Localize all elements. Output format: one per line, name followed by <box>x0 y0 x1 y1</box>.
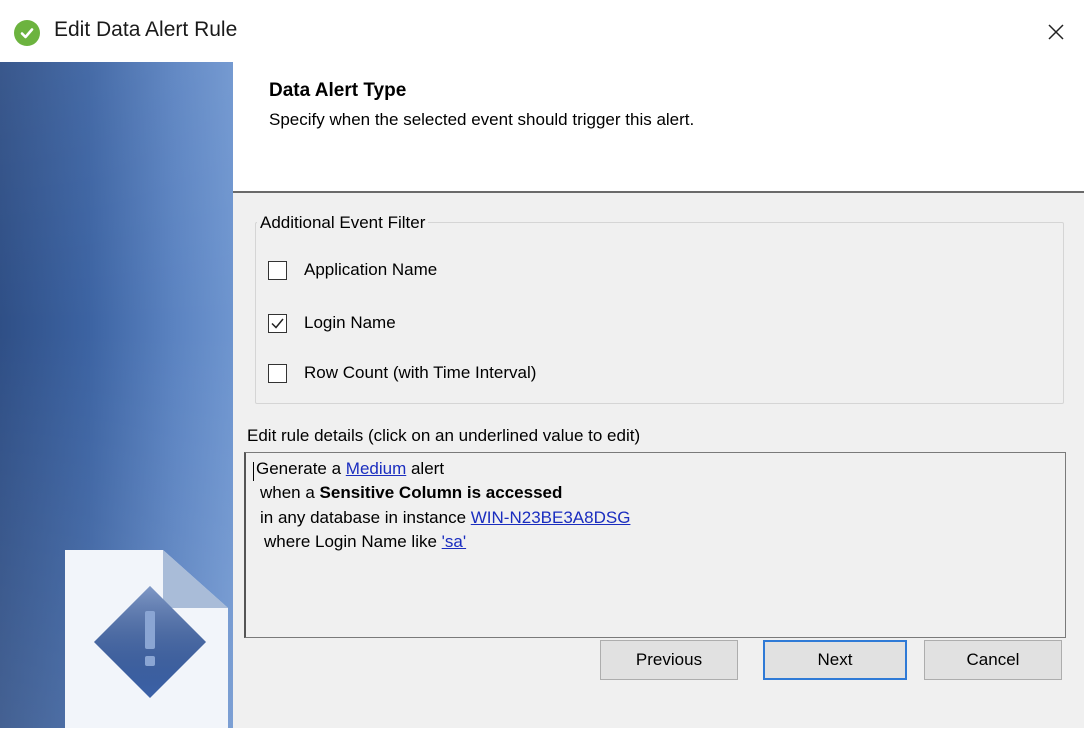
group-legend: Additional Event Filter <box>257 213 429 233</box>
checkbox-application-name[interactable]: Application Name <box>268 258 437 282</box>
page-subtitle: Specify when the selected event should t… <box>269 110 695 129</box>
rule-details-label: Edit rule details (click on an underline… <box>247 426 641 445</box>
login-name-link[interactable]: 'sa' <box>442 532 466 551</box>
rule-line-login: where Login Name like 'sa' <box>264 532 466 552</box>
rule-line-severity: Generate a Medium alert <box>256 459 444 479</box>
document-warning-icon <box>63 550 233 733</box>
rule-details-editor[interactable]: Generate a Medium alert when a Sensitive… <box>244 452 1066 638</box>
rule-line-event: when a Sensitive Column is accessed <box>260 483 562 503</box>
checkbox-box[interactable] <box>268 363 287 383</box>
rule-text: Generate a <box>256 459 346 478</box>
title-bar: Edit Data Alert Rule <box>0 0 1084 62</box>
event-type-text: Sensitive Column is accessed <box>319 483 563 502</box>
wizard-content: Additional Event Filter Application Name… <box>233 193 1084 728</box>
checkbox-label: Login Name <box>304 313 396 332</box>
next-button[interactable]: Next <box>763 640 907 680</box>
window-title: Edit Data Alert Rule <box>54 18 238 41</box>
checkbox-row-count[interactable]: Row Count (with Time Interval) <box>268 361 536 385</box>
close-button[interactable] <box>1036 14 1076 50</box>
checkbox-box[interactable] <box>268 260 287 280</box>
checkbox-box[interactable] <box>268 313 287 333</box>
rule-text: where Login Name like <box>264 532 442 551</box>
cancel-button[interactable]: Cancel <box>924 640 1062 680</box>
page-title: Data Alert Type <box>269 80 407 101</box>
wizard-header: Data Alert Type Specify when the selecte… <box>233 62 1084 192</box>
check-circle-icon <box>14 20 40 46</box>
rule-line-instance: in any database in instance WIN-N23BE3A8… <box>260 508 630 528</box>
text-caret <box>253 462 254 481</box>
previous-button[interactable]: Previous <box>600 640 738 680</box>
instance-link[interactable]: WIN-N23BE3A8DSG <box>471 508 631 527</box>
rule-text: when a <box>260 483 320 502</box>
rule-text: in any database in instance <box>260 508 471 527</box>
checkbox-label: Application Name <box>304 260 438 279</box>
rule-text: alert <box>406 459 445 478</box>
checkbox-label: Row Count (with Time Interval) <box>304 363 537 382</box>
severity-link[interactable]: Medium <box>346 459 406 478</box>
close-icon <box>1048 24 1064 40</box>
checkbox-login-name[interactable]: Login Name <box>268 311 396 335</box>
checkmark-icon <box>271 318 284 329</box>
